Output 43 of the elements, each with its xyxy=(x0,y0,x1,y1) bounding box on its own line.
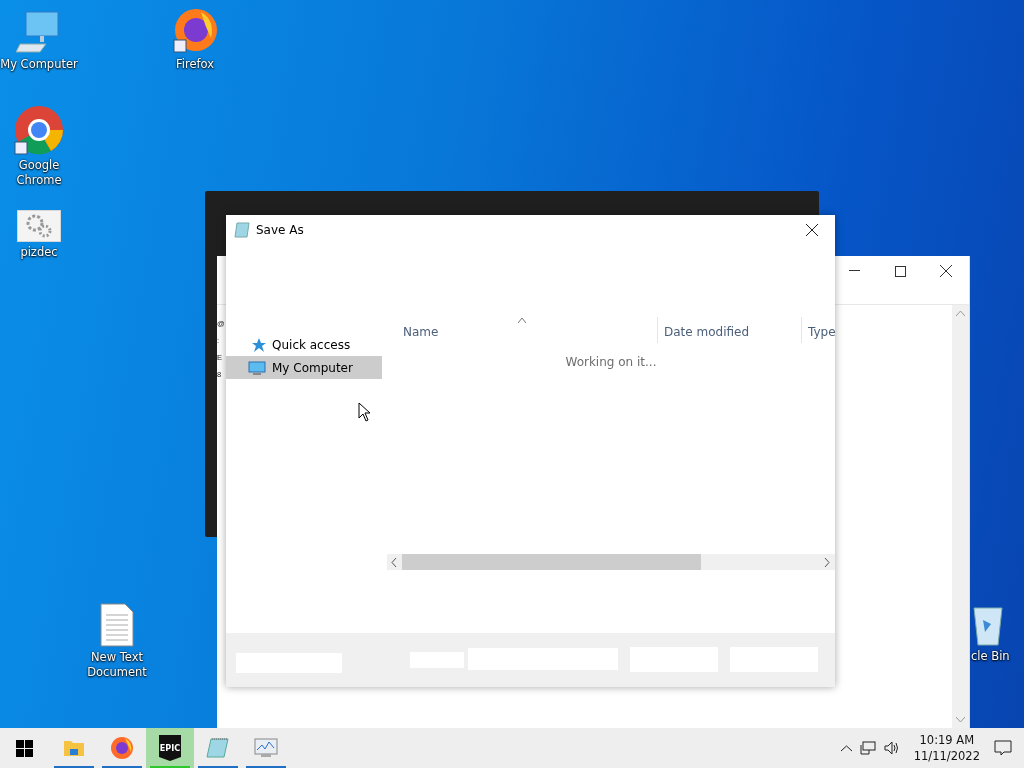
notepad-icon xyxy=(234,222,250,238)
desktop-icon-label[interactable]: New Text Document xyxy=(78,650,156,680)
chevron-up-icon[interactable] xyxy=(840,744,852,752)
scrollbar-thumb[interactable] xyxy=(402,554,701,570)
network-icon[interactable] xyxy=(859,741,876,755)
monitor-chart-icon xyxy=(253,737,279,759)
column-header[interactable]: Type xyxy=(801,317,835,343)
windows-logo-icon xyxy=(15,739,33,757)
maximize-icon xyxy=(894,265,906,277)
desktop-icon-label[interactable]: My Computer xyxy=(0,57,78,72)
scroll-down-icon[interactable] xyxy=(956,717,965,722)
clock[interactable]: 10:19 AM 11/11/2022 xyxy=(907,732,986,764)
nav-item[interactable]: My Computer xyxy=(226,356,382,379)
window-title: Save As xyxy=(256,223,305,237)
chrome-icon xyxy=(14,105,64,155)
close-icon xyxy=(940,265,952,277)
desktop-icon-label[interactable]: Firefox xyxy=(156,57,234,72)
scroll-up-icon[interactable] xyxy=(956,311,965,316)
minimize-icon xyxy=(848,270,860,272)
taskbar-app[interactable]: EPIC xyxy=(146,728,194,768)
cursor-icon xyxy=(358,402,371,422)
computer-icon xyxy=(248,360,266,375)
column-header[interactable]: Name xyxy=(387,317,657,343)
desktop-icon-label[interactable]: pizdec xyxy=(0,245,78,260)
firefox-icon xyxy=(110,736,134,760)
notepad-icon xyxy=(206,737,230,759)
horizontal-scrollbar[interactable] xyxy=(387,554,835,570)
star-icon xyxy=(252,337,266,352)
desktop-icon-label[interactable]: cle Bin xyxy=(971,649,1024,664)
vertical-scrollbar[interactable] xyxy=(952,305,969,728)
close-icon xyxy=(806,224,818,236)
gears-icon xyxy=(17,210,61,242)
speaker-icon[interactable] xyxy=(883,741,900,755)
text-file-icon xyxy=(100,603,134,647)
nav-item[interactable]: Quick access xyxy=(226,333,382,356)
logo-text: EPIC xyxy=(159,743,181,753)
column-header[interactable]: Date modified xyxy=(657,317,801,343)
notification-icon[interactable] xyxy=(994,740,1012,756)
loading-status: Working on it... xyxy=(565,355,657,371)
folder-icon xyxy=(63,738,85,758)
desktop-icon-label[interactable]: Google Chrome xyxy=(0,158,78,188)
firefox-icon xyxy=(171,6,219,54)
computer-icon xyxy=(16,10,62,54)
